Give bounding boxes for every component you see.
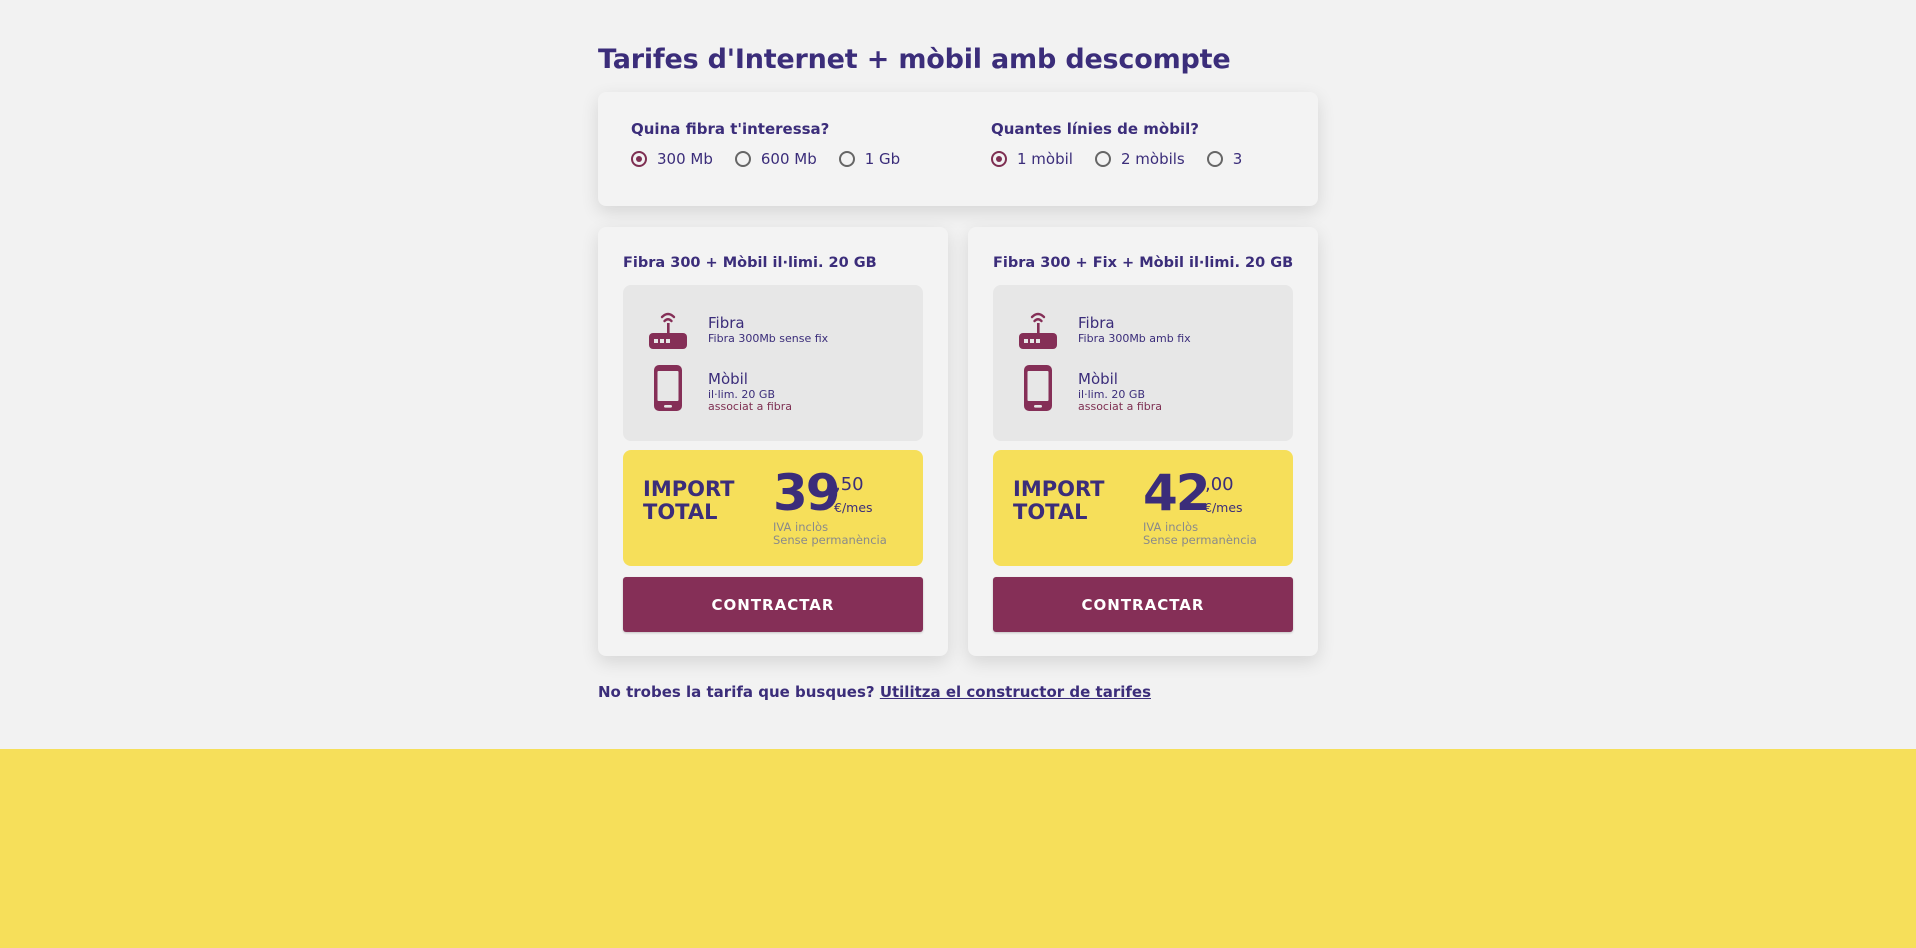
footer-help-line: No trobes la tarifa que busques? Utilitz…: [598, 683, 1151, 701]
permanence-note: Sense permanència: [773, 532, 887, 547]
price-unit: €/mes: [834, 500, 873, 515]
price-notes: IVA inclòs Sense permanència: [773, 521, 887, 546]
feature-desc: Fibra 300Mb amb fix: [1078, 332, 1191, 345]
feature-mobil: Mòbil il·lim. 20 GB associat a fibra: [623, 365, 923, 415]
phone-icon: [654, 365, 682, 411]
feature-name: Mòbil: [1078, 370, 1118, 388]
mobil-option-1[interactable]: 1 mòbil: [991, 150, 1073, 168]
price-unit: €/mes: [1204, 500, 1243, 515]
iva-note: IVA inclòs: [1143, 520, 1199, 534]
fibra-filter-label: Quina fibra t'interessa?: [631, 120, 830, 138]
price-box: IMPORT TOTAL 39 ,50 €/mes IVA inclòs Sen…: [623, 450, 923, 566]
feature-text: Fibra Fibra 300Mb amb fix: [1078, 314, 1191, 345]
plan-features: Fibra Fibra 300Mb amb fix Mòbil il·lim. …: [993, 285, 1293, 441]
fibra-filter: Quina fibra t'interessa? 300 Mb 600 Mb 1…: [631, 120, 922, 168]
price-box: IMPORT TOTAL 42 ,00 €/mes IVA inclòs Sen…: [993, 450, 1293, 566]
fibra-option-label: 1 Gb: [864, 150, 901, 168]
feature-note: associat a fibra: [1078, 400, 1162, 413]
feature-name: Mòbil: [708, 370, 748, 388]
price-notes: IVA inclòs Sense permanència: [1143, 521, 1257, 546]
plan-card: Fibra 300 + Fix + Mòbil il·limi. 20 GB F…: [968, 227, 1318, 656]
feature-fibra: Fibra Fibra 300Mb amb fix: [993, 309, 1293, 359]
feature-text: Mòbil il·lim. 20 GB associat a fibra: [708, 370, 792, 413]
price-integer: 42: [1143, 464, 1211, 522]
fibra-option-1gb[interactable]: 1 Gb: [838, 150, 901, 168]
feature-fibra: Fibra Fibra 300Mb sense fix: [623, 309, 923, 359]
iva-note: IVA inclòs: [773, 520, 829, 534]
price-decimal: ,50: [835, 474, 864, 495]
radio-button[interactable]: [1094, 151, 1111, 167]
router-icon: [1019, 312, 1057, 349]
radio-button[interactable]: [1206, 151, 1223, 167]
plan-title: Fibra 300 + Fix + Mòbil il·limi. 20 GB: [993, 255, 1294, 271]
fibra-options: 300 Mb 600 Mb 1 Gb: [631, 150, 922, 168]
total-label: IMPORT TOTAL: [1013, 477, 1105, 524]
phone-icon: [1024, 365, 1052, 411]
mobil-option-3[interactable]: 3: [1206, 150, 1243, 168]
feature-text: Mòbil il·lim. 20 GB associat a fibra: [1078, 370, 1162, 413]
feature-note: associat a fibra: [708, 400, 792, 413]
fibra-option-300[interactable]: 300 Mb: [631, 150, 713, 168]
footer-yellow-band: [0, 749, 1916, 948]
fibra-option-label: 600 Mb: [760, 150, 817, 168]
contract-button[interactable]: CONTRACTAR: [993, 577, 1293, 632]
plan-title: Fibra 300 + Mòbil il·limi. 20 GB: [623, 255, 877, 271]
feature-name: Fibra: [1078, 314, 1115, 332]
feature-mobil: Mòbil il·lim. 20 GB associat a fibra: [993, 365, 1293, 415]
mobil-option-label: 3: [1232, 150, 1243, 168]
radio-button-checked[interactable]: [991, 151, 1007, 167]
router-icon: [649, 312, 687, 349]
mobil-option-2[interactable]: 2 mòbils: [1094, 150, 1185, 168]
total-label: IMPORT TOTAL: [643, 477, 735, 524]
plan-features: Fibra Fibra 300Mb sense fix Mòbil il·lim…: [623, 285, 923, 441]
feature-text: Fibra Fibra 300Mb sense fix: [708, 314, 828, 345]
permanence-note: Sense permanència: [1143, 532, 1257, 547]
feature-name: Fibra: [708, 314, 745, 332]
mobil-filter: Quantes línies de mòbil? 1 mòbil 2 mòbil…: [991, 120, 1264, 168]
fibra-option-600[interactable]: 600 Mb: [734, 150, 817, 168]
mobil-option-label: 1 mòbil: [1017, 150, 1073, 168]
price-integer: 39: [773, 464, 841, 522]
footer-question: No trobes la tarifa que busques?: [598, 683, 875, 701]
radio-button[interactable]: [838, 151, 855, 167]
fibra-option-label: 300 Mb: [657, 150, 713, 168]
radio-button-checked[interactable]: [631, 151, 647, 167]
filter-card: Quina fibra t'interessa? 300 Mb 600 Mb 1…: [598, 92, 1318, 206]
feature-desc: Fibra 300Mb sense fix: [708, 332, 829, 345]
radio-button[interactable]: [734, 151, 751, 167]
price-decimal: ,00: [1205, 474, 1234, 495]
mobil-options: 1 mòbil 2 mòbils 3: [991, 150, 1264, 168]
mobil-option-label: 2 mòbils: [1120, 150, 1185, 168]
plan-card: Fibra 300 + Mòbil il·limi. 20 GB Fibra F…: [598, 227, 948, 656]
contract-button[interactable]: CONTRACTAR: [623, 577, 923, 632]
mobil-filter-label: Quantes línies de mòbil?: [991, 120, 1199, 138]
tariff-builder-link[interactable]: Utilitza el constructor de tarifes: [880, 683, 1151, 701]
page-title: Tarifes d'Internet + mòbil amb descompte: [598, 44, 1231, 75]
